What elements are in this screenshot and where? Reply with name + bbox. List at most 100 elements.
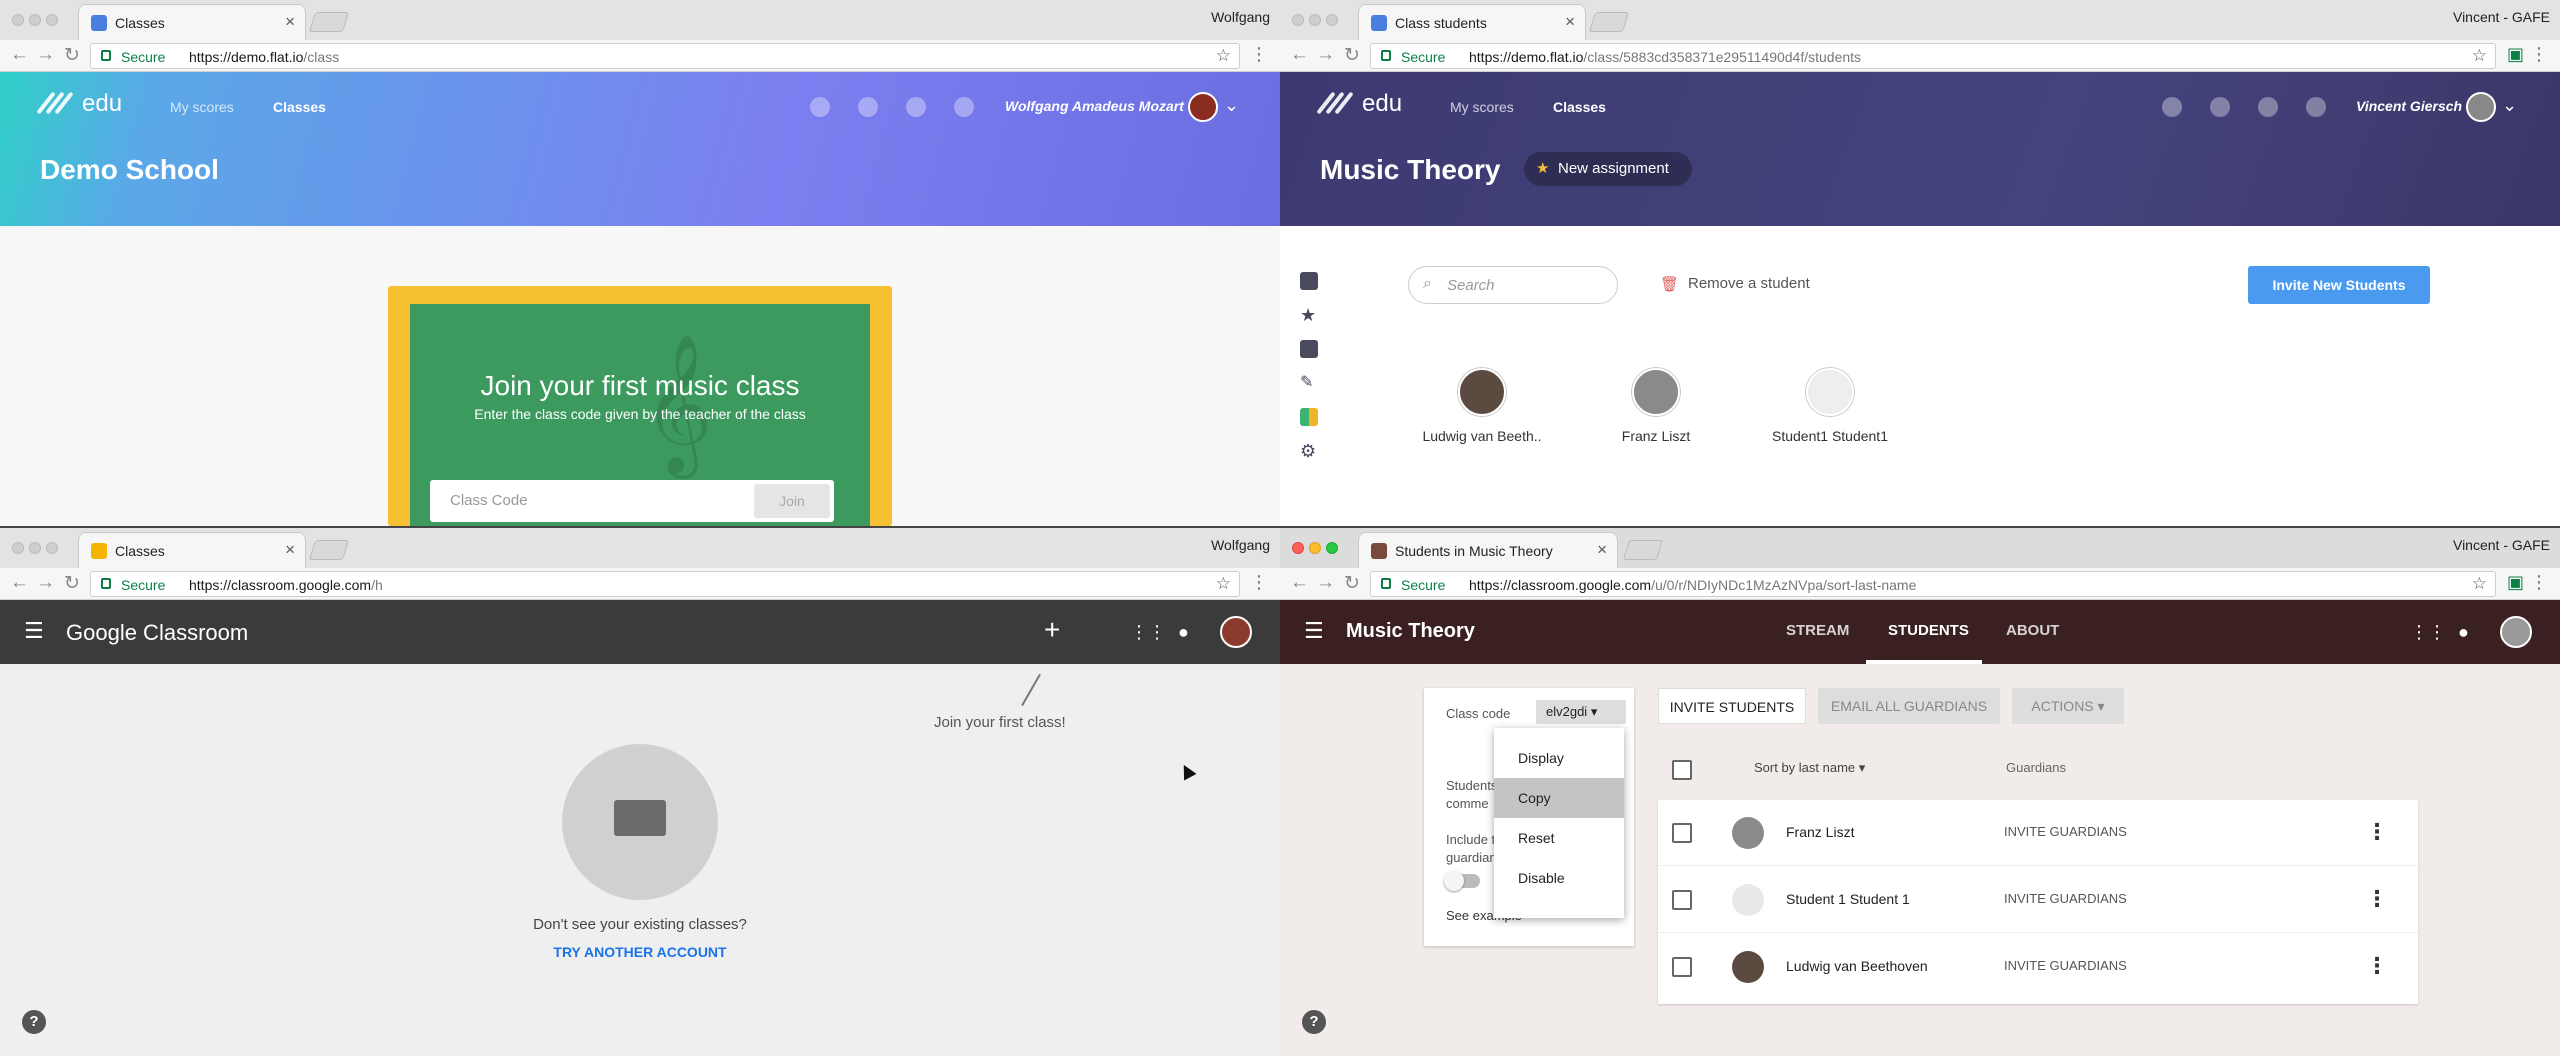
scores-icon[interactable] (1300, 340, 1318, 358)
notifications-bell-icon[interactable]: ● (1178, 622, 1198, 642)
table-row[interactable]: Franz Liszt INVITE GUARDIANS ⋮ (1658, 800, 2418, 866)
tab-students[interactable]: STUDENTS (1888, 622, 1969, 639)
browser-menu-icon[interactable]: ⋮ (2530, 44, 2548, 65)
try-another-account-link[interactable]: TRY ANOTHER ACCOUNT (0, 944, 1280, 960)
bookmark-star-icon[interactable]: ☆ (2472, 574, 2487, 594)
window-controls[interactable] (1292, 541, 1343, 559)
reload-icon[interactable]: ↻ (1344, 572, 1360, 595)
flat-logo-icon[interactable] (36, 90, 74, 120)
apps-grid-icon[interactable]: ⋮⋮ (2410, 622, 2446, 642)
back-arrow-icon[interactable]: ← (1290, 572, 1309, 594)
window-controls[interactable] (1292, 13, 1343, 31)
new-score-icon[interactable] (906, 97, 926, 117)
more-vert-icon[interactable]: ⋮ (2366, 953, 2388, 979)
browser-tab[interactable]: Classes × (78, 532, 306, 568)
close-tab-icon[interactable]: × (285, 12, 295, 32)
profile-name[interactable]: Vincent - GAFE (2453, 537, 2550, 553)
help-icon[interactable] (2162, 97, 2182, 117)
tag-icon[interactable]: ✎ (1300, 374, 1318, 392)
search-input[interactable]: ⌕ Search (1408, 266, 1618, 304)
assignments-icon[interactable] (1300, 272, 1318, 290)
join-button[interactable]: Join (754, 484, 830, 518)
class-code-dropdown[interactable]: elv2gdi ▾ (1536, 700, 1626, 724)
url-field[interactable]: Secure https://classroom.google.com/h ☆ (90, 571, 1240, 597)
browser-menu-icon[interactable]: ⋮ (2530, 572, 2548, 593)
classroom-logo[interactable]: Google Classroom (66, 620, 248, 646)
nav-my-scores[interactable]: My scores (1450, 99, 1514, 115)
logo-text[interactable]: edu (82, 90, 122, 118)
profile-name[interactable]: Vincent - GAFE (2453, 9, 2550, 25)
new-tab-button[interactable] (308, 540, 350, 560)
nav-classes[interactable]: Classes (273, 99, 326, 115)
url-field[interactable]: Secure https://demo.flat.io/class/5883cd… (1370, 43, 2496, 69)
back-arrow-icon[interactable]: ← (10, 44, 29, 66)
remove-student-button[interactable]: 🗑 Remove a student (1660, 275, 1810, 293)
guardian-toggle[interactable] (1444, 871, 1480, 891)
class-code-input[interactable]: Class Code Join (430, 480, 834, 522)
avatar[interactable] (2500, 616, 2532, 648)
students-icon[interactable] (1300, 408, 1318, 426)
window-controls[interactable] (12, 13, 63, 31)
actions-dropdown[interactable]: ACTIONS ▾ (2012, 688, 2124, 724)
upload-cloud-icon[interactable] (954, 97, 974, 117)
row-checkbox[interactable] (1672, 823, 1692, 843)
help-icon[interactable]: ? (22, 1010, 46, 1034)
invite-new-students-button[interactable]: Invite New Students (2248, 266, 2430, 304)
avatar[interactable] (2466, 92, 2496, 122)
apps-grid-icon[interactable]: ⋮⋮ (1130, 622, 1166, 642)
avatar[interactable] (1220, 616, 1252, 648)
browser-tab[interactable]: Students in Music Theory × (1358, 532, 1618, 568)
forward-arrow-icon[interactable]: → (36, 572, 55, 594)
avatar[interactable] (1188, 92, 1218, 122)
user-name[interactable]: Vincent Giersch (2356, 98, 2462, 114)
help-icon[interactable] (810, 97, 830, 117)
invite-guardians-link[interactable]: INVITE GUARDIANS (2004, 891, 2127, 906)
menu-item-copy[interactable]: Copy (1494, 778, 1624, 818)
profile-name[interactable]: Wolfgang (1211, 9, 1270, 25)
table-row[interactable]: Ludwig van Beethoven INVITE GUARDIANS ⋮ (1658, 934, 2418, 1000)
bookmark-star-icon[interactable]: ☆ (2472, 46, 2487, 66)
browser-menu-icon[interactable]: ⋮ (1250, 44, 1268, 65)
reload-icon[interactable]: ↻ (64, 572, 80, 595)
table-row[interactable]: Student 1 Student 1 INVITE GUARDIANS ⋮ (1658, 867, 2418, 933)
more-vert-icon[interactable]: ⋮ (2366, 819, 2388, 845)
user-name[interactable]: Wolfgang Amadeus Mozart (1005, 98, 1184, 114)
row-checkbox[interactable] (1672, 890, 1692, 910)
star-icon[interactable]: ★ (1300, 306, 1318, 324)
forward-arrow-icon[interactable]: → (1316, 44, 1335, 66)
browser-tab[interactable]: Class students × (1358, 4, 1586, 40)
nav-my-scores[interactable]: My scores (170, 99, 234, 115)
url-field[interactable]: Secure https://classroom.google.com/u/0/… (1370, 571, 2496, 597)
invite-guardians-link[interactable]: INVITE GUARDIANS (2004, 824, 2127, 839)
tab-stream[interactable]: STREAM (1786, 622, 1849, 639)
notifications-bell-icon[interactable]: ● (2458, 622, 2478, 642)
email-all-guardians-button[interactable]: EMAIL ALL GUARDIANS (1818, 688, 2000, 724)
back-arrow-icon[interactable]: ← (10, 572, 29, 594)
new-assignment-button[interactable]: ★ New assignment (1524, 152, 1692, 186)
nav-classes[interactable]: Classes (1553, 99, 1606, 115)
help-icon[interactable]: ? (1302, 1010, 1326, 1034)
new-tab-button[interactable] (1622, 540, 1664, 560)
flat-logo-icon[interactable] (1316, 90, 1354, 120)
logo-text[interactable]: edu (1362, 90, 1402, 118)
browser-menu-icon[interactable]: ⋮ (1250, 572, 1268, 593)
class-title[interactable]: Music Theory (1346, 620, 1475, 643)
browser-tab[interactable]: Classes × (78, 4, 306, 40)
select-all-checkbox[interactable] (1672, 760, 1692, 780)
bookmark-star-icon[interactable]: ☆ (1216, 46, 1231, 66)
sort-dropdown[interactable]: Sort by last name ▾ (1754, 760, 1865, 776)
lightning-icon[interactable] (2210, 97, 2230, 117)
gear-icon[interactable]: ⚙ (1300, 442, 1318, 460)
bookmark-star-icon[interactable]: ☆ (1216, 574, 1231, 594)
close-tab-icon[interactable]: × (1565, 12, 1575, 32)
url-field[interactable]: Secure https://demo.flat.io/class ☆ (90, 43, 1240, 69)
extension-icon[interactable]: ▣ (2507, 572, 2524, 593)
hamburger-menu-icon[interactable]: ☰ (24, 618, 44, 644)
add-class-icon[interactable]: + (1044, 614, 1060, 646)
student-card[interactable]: Student1 Student1 (1750, 368, 1910, 444)
close-tab-icon[interactable]: × (1597, 540, 1607, 560)
student-card[interactable]: Ludwig van Beeth.. (1402, 368, 1562, 444)
profile-name[interactable]: Wolfgang (1211, 537, 1270, 553)
new-score-icon[interactable] (2258, 97, 2278, 117)
more-vert-icon[interactable]: ⋮ (2366, 886, 2388, 912)
